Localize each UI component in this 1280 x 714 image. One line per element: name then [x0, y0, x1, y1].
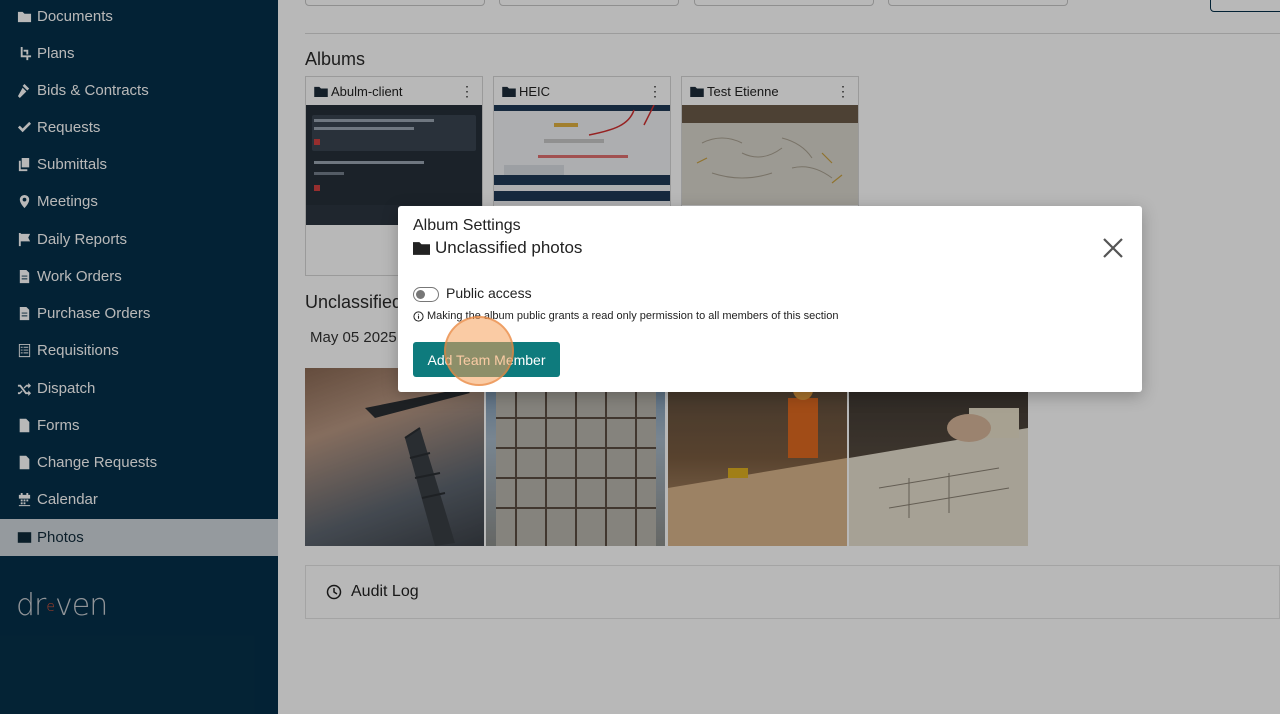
folder-icon: [413, 242, 430, 255]
public-access-info: Making the album public grants a read on…: [413, 310, 838, 322]
album-name-text: Unclassified photos: [435, 238, 583, 257]
modal-title: Album Settings: [413, 217, 521, 234]
album-settings-modal: Album Settings Unclassified photos Publi…: [398, 206, 1142, 392]
close-icon[interactable]: [1101, 236, 1125, 260]
info-text: Making the album public grants a read on…: [427, 310, 839, 322]
add-team-member-button[interactable]: Add Team Member: [413, 342, 560, 377]
info-circle-icon: [413, 310, 424, 322]
public-access-toggle[interactable]: [413, 287, 439, 302]
public-access-label: Public access: [446, 285, 532, 301]
modal-album-name: Unclassified photos: [413, 238, 582, 258]
